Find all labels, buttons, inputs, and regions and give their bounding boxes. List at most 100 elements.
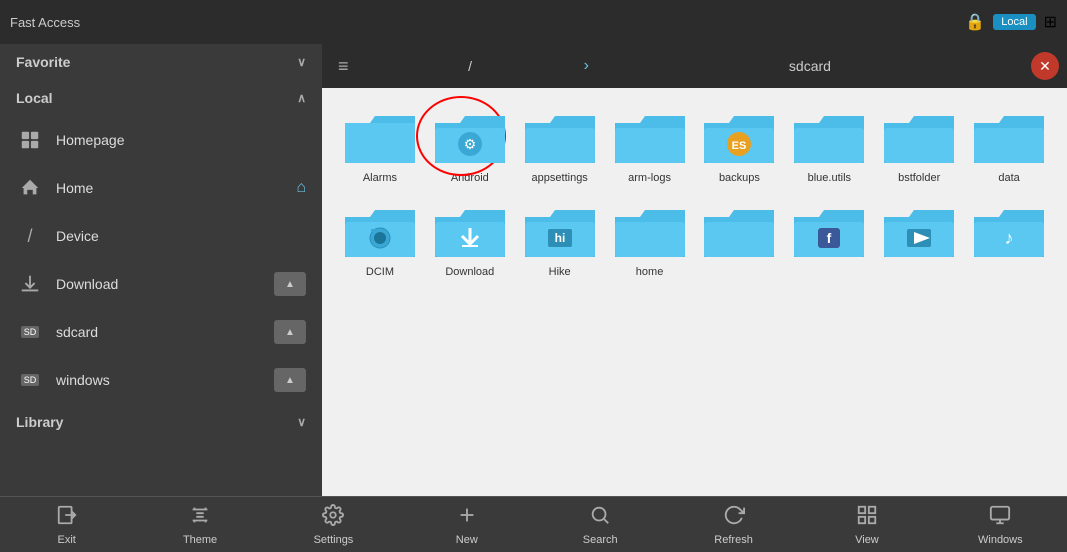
file-item-data[interactable]: data (967, 104, 1051, 188)
search-icon (589, 504, 611, 532)
favorite-label: Favorite (16, 54, 70, 70)
file-item-bstfolder[interactable]: bstfolder (877, 104, 961, 188)
top-bar: Fast Access 🔒 Local ⊞ (0, 0, 1067, 44)
home-folder-icon (615, 202, 685, 262)
sdcard-eject[interactable]: ▲ (274, 320, 306, 344)
refresh-button[interactable]: Refresh (667, 498, 800, 552)
file-item-music[interactable]: ♪ (967, 198, 1051, 282)
alarms-label: Alarms (363, 172, 397, 184)
alarms-folder-icon (345, 108, 415, 168)
exit-button[interactable]: Exit (0, 498, 133, 552)
library-chevron: ∨ (297, 415, 306, 429)
sidebar-item-home[interactable]: Home ⌂ (0, 164, 322, 212)
hike-folder-icon: hi (525, 202, 595, 262)
download-eject[interactable]: ▲ (274, 272, 306, 296)
file-item-hike[interactable]: hi Hike (518, 198, 602, 282)
file-grid: Alarms ⚙ Android (322, 88, 1067, 496)
path-bar: ≡ / › sdcard ✕ (322, 44, 1067, 88)
sidebar-item-device[interactable]: / Device (0, 212, 322, 260)
sidebar-item-homepage[interactable]: Homepage (0, 116, 322, 164)
sidebar-item-download[interactable]: Download ▲ (0, 260, 322, 308)
search-button[interactable]: Search (534, 498, 667, 552)
theme-label: Theme (183, 534, 217, 546)
path-sdcard: sdcard (595, 58, 1025, 74)
local-section[interactable]: Local ∧ (0, 80, 322, 116)
app-title: Fast Access (10, 15, 80, 30)
bottom-bar: Exit Theme Settings New Search Refresh (0, 496, 1067, 552)
new-button[interactable]: New (400, 498, 533, 552)
bstfolder-folder-icon (884, 108, 954, 168)
file-item-download[interactable]: Download (428, 198, 512, 282)
windows-btn-icon (989, 504, 1011, 532)
windows-eject[interactable]: ▲ (274, 368, 306, 392)
android-label: Android (451, 172, 489, 184)
appsettings-folder-icon (525, 108, 595, 168)
sidebar-item-sdcard[interactable]: SD sdcard ▲ (0, 308, 322, 356)
close-button[interactable]: ✕ (1031, 52, 1059, 80)
play-folder-icon (884, 202, 954, 262)
home-folder-label: home (636, 266, 664, 278)
sidebar: Favorite ∨ Local ∧ Homepage Home ⌂ / (0, 44, 322, 496)
path-slash: / (363, 58, 578, 74)
settings-label: Settings (314, 534, 354, 546)
file-item-facebook[interactable]: f (787, 198, 871, 282)
file-item-backups[interactable]: ES backups (698, 104, 782, 188)
armlogs-folder-icon (615, 108, 685, 168)
view-button[interactable]: View (800, 498, 933, 552)
new-label: New (456, 534, 478, 546)
homepage-icon (16, 126, 44, 154)
refresh-label: Refresh (714, 534, 753, 546)
favorite-chevron: ∨ (297, 55, 306, 69)
content-area: ≡ / › sdcard ✕ Alarms (322, 44, 1067, 496)
local-badge[interactable]: Local (993, 14, 1035, 30)
blueutils-label: blue.utils (808, 172, 851, 184)
file-item-alarms[interactable]: Alarms (338, 104, 422, 188)
home-label: Home (56, 180, 296, 196)
file-item-dcim[interactable]: DCIM (338, 198, 422, 282)
file-item-arm-logs[interactable]: arm-logs (608, 104, 692, 188)
favorite-section[interactable]: Favorite ∨ (0, 44, 322, 80)
armlogs-label: arm-logs (628, 172, 671, 184)
backups-folder-icon: ES (704, 108, 774, 168)
new-icon (456, 504, 478, 532)
android-folder-icon: ⚙ (435, 108, 505, 168)
expand-icon[interactable]: ⊞ (1044, 12, 1057, 32)
hike-label: Hike (549, 266, 571, 278)
bstfolder-label: bstfolder (898, 172, 940, 184)
hamburger-menu[interactable]: ≡ (330, 52, 357, 81)
settings-button[interactable]: Settings (267, 498, 400, 552)
sdcard-label: sdcard (56, 324, 274, 340)
home-right-icon: ⌂ (296, 179, 306, 197)
download-icon (16, 270, 44, 298)
theme-icon (189, 504, 211, 532)
library-section[interactable]: Library ∨ (0, 404, 322, 440)
appsettings-label: appsettings (532, 172, 588, 184)
file-item-blueutils[interactable]: blue.utils (787, 104, 871, 188)
file-item-android[interactable]: ⚙ Android (428, 104, 512, 188)
svg-text:hi: hi (554, 231, 565, 245)
file-item-home[interactable]: home (608, 198, 692, 282)
path-chevron: › (584, 57, 589, 75)
file-item-13[interactable] (698, 198, 782, 282)
windows-icon: SD (16, 366, 44, 394)
home-icon (16, 174, 44, 202)
file-item-appsettings[interactable]: appsettings (518, 104, 602, 188)
windows-button[interactable]: Windows (934, 498, 1067, 552)
sidebar-item-windows[interactable]: SD windows ▲ (0, 356, 322, 404)
search-label: Search (583, 534, 618, 546)
device-icon: / (16, 222, 44, 250)
local-label: Local (1001, 16, 1027, 28)
svg-text:ES: ES (732, 140, 747, 152)
svg-text:f: f (827, 230, 832, 246)
local-section-label: Local (16, 90, 53, 106)
library-label: Library (16, 414, 63, 430)
file-item-play[interactable] (877, 198, 961, 282)
view-label: View (855, 534, 879, 546)
dcim-label: DCIM (366, 266, 394, 278)
view-icon (856, 504, 878, 532)
folder13-icon (704, 202, 774, 262)
svg-text:⚙: ⚙ (464, 136, 477, 152)
dcim-folder-icon (345, 202, 415, 262)
theme-button[interactable]: Theme (133, 498, 266, 552)
sdcard-icon: SD (16, 318, 44, 346)
